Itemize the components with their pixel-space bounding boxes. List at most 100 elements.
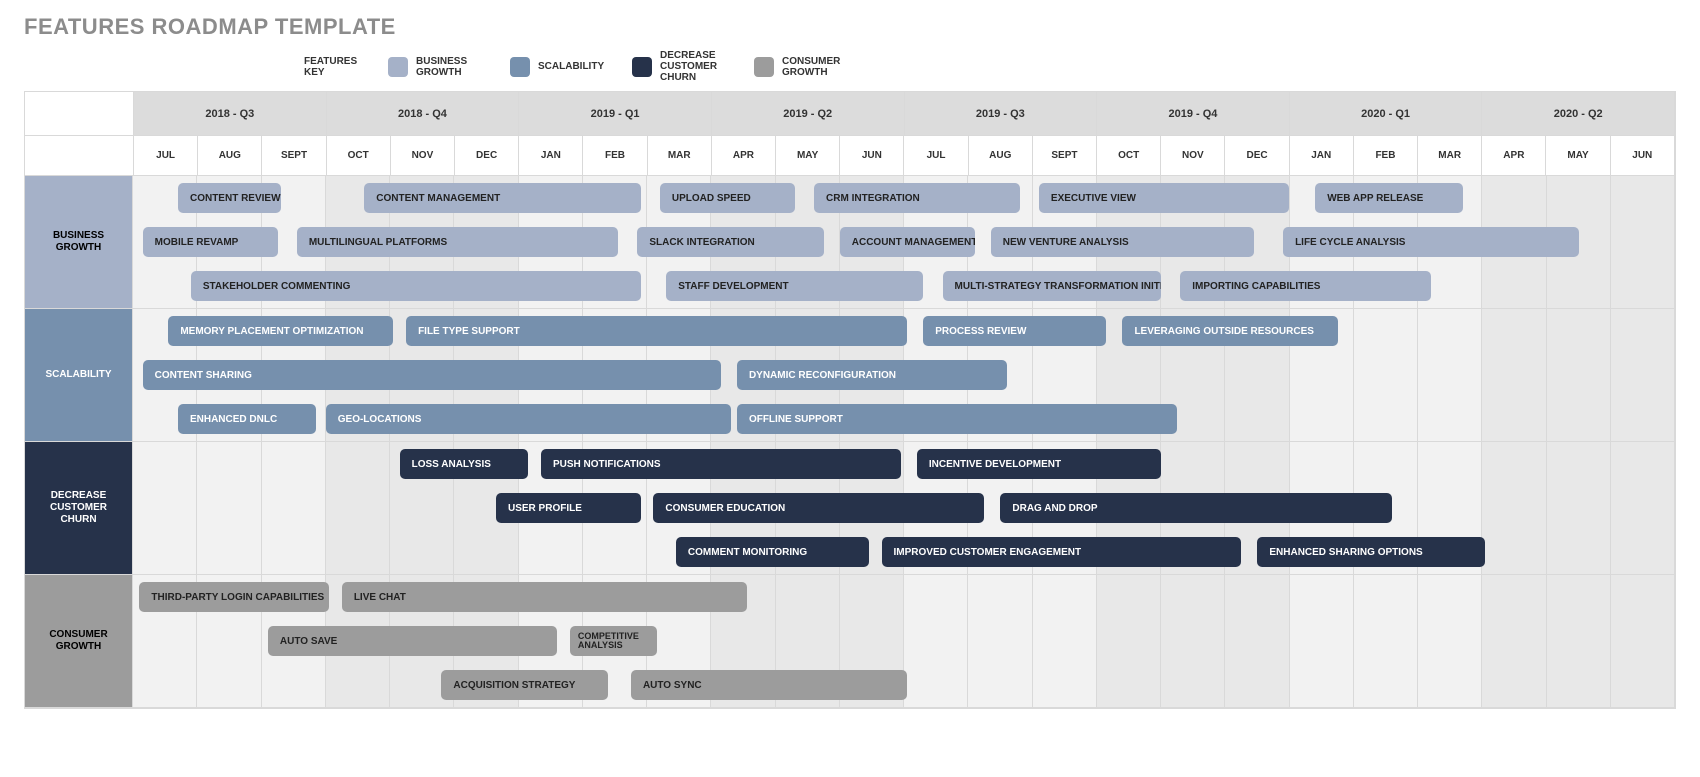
legend-item: CONSUMER GROWTH <box>754 50 852 83</box>
lane: CONTENT SHARING DYNAMIC RECONFIGURATION <box>133 353 1675 397</box>
group-label: DECREASE CUSTOMER CHURN <box>25 442 133 575</box>
feature-bar: THIRD-PARTY LOGIN CAPABILITIES <box>139 582 329 612</box>
legend-item: SCALABILITY <box>510 50 608 83</box>
feature-bar: WEB APP RELEASE <box>1315 183 1463 213</box>
lane: AUTO SAVE COMPETITIVE ANALYSIS <box>133 619 1675 663</box>
legend: FEATURES KEY BUSINESS GROWTH SCALABILITY D… <box>304 50 1676 83</box>
legend-item-label: SCALABILITY <box>538 61 608 72</box>
group-label: BUSINESS GROWTH <box>25 176 133 309</box>
roadmap-chart: 2018 - Q32018 - Q42019 - Q12019 - Q22019… <box>24 91 1676 709</box>
swimlane-group: BUSINESS GROWTH CONTENT REVIEW CONTENT MAN… <box>25 176 1675 309</box>
legend-swatch <box>754 57 774 77</box>
month-header: JAN <box>1290 136 1354 176</box>
feature-bar: SLACK INTEGRATION <box>637 227 823 257</box>
feature-bar: COMMENT MONITORING <box>676 537 869 567</box>
lane: STAKEHOLDER COMMENTING STAFF DEVELOPMENT M… <box>133 264 1675 308</box>
feature-bar: ENHANCED DNLC <box>178 404 316 434</box>
month-header: MAR <box>1418 136 1482 176</box>
lane: THIRD-PARTY LOGIN CAPABILITIESLIVE CHAT <box>133 575 1675 619</box>
feature-bar: COMPETITIVE ANALYSIS <box>570 626 657 656</box>
feature-bar: IMPROVED CUSTOMER ENGAGEMENT <box>882 537 1242 567</box>
month-header: APR <box>712 136 776 176</box>
feature-bar: OFFLINE SUPPORT <box>737 404 1177 434</box>
legend-item-label: BUSINESS GROWTH <box>416 56 486 78</box>
month-header: NOV <box>391 136 455 176</box>
lane: COMMENT MONITORING IMPROVED CUSTOMER ENGA… <box>133 530 1675 574</box>
month-header: JUL <box>904 136 968 176</box>
quarter-header: 2020 - Q2 <box>1482 92 1675 136</box>
feature-bar: UPLOAD SPEED <box>660 183 795 213</box>
quarter-header: 2019 - Q1 <box>519 92 712 136</box>
month-header: AUG <box>198 136 262 176</box>
feature-bar: STAKEHOLDER COMMENTING <box>191 271 641 301</box>
lane: ENHANCED DNLC GEO-LOCATIONSOFFLINE SUPPOR… <box>133 397 1675 441</box>
feature-bar: MEMORY PLACEMENT OPTIMIZATION <box>168 316 393 346</box>
feature-bar: STAFF DEVELOPMENT <box>666 271 923 301</box>
legend-swatch <box>632 57 652 77</box>
feature-bar: LOSS ANALYSIS <box>400 449 528 479</box>
month-header: SEPT <box>262 136 326 176</box>
quarter-header: 2019 - Q3 <box>905 92 1098 136</box>
legend-item: BUSINESS GROWTH <box>388 50 486 83</box>
feature-bar: NEW VENTURE ANALYSIS <box>991 227 1254 257</box>
feature-bar: CONTENT MANAGEMENT <box>364 183 640 213</box>
feature-bar: PROCESS REVIEW <box>923 316 1106 346</box>
feature-bar: AUTO SAVE <box>268 626 557 656</box>
feature-bar: AUTO SYNC <box>631 670 907 700</box>
month-header: JUN <box>1611 136 1675 176</box>
month-header: AUG <box>969 136 1033 176</box>
month-header: JUL <box>134 136 198 176</box>
feature-bar: GEO-LOCATIONS <box>326 404 731 434</box>
feature-bar: LEVERAGING OUTSIDE RESOURCES <box>1122 316 1337 346</box>
feature-bar: CONTENT REVIEW <box>178 183 281 213</box>
feature-bar: PUSH NOTIFICATIONS <box>541 449 901 479</box>
legend-swatch <box>388 57 408 77</box>
quarter-header: 2018 - Q4 <box>327 92 520 136</box>
month-header: MAR <box>648 136 712 176</box>
legend-item: DECREASE CUSTOMER CHURN <box>632 50 730 83</box>
quarter-header: 2018 - Q3 <box>134 92 327 136</box>
feature-bar: INCENTIVE DEVELOPMENT <box>917 449 1161 479</box>
group-label: SCALABILITY <box>25 309 133 442</box>
lane: LOSS ANALYSIS PUSH NOTIFICATIONS INCENTIVE… <box>133 442 1675 486</box>
month-header: DEC <box>455 136 519 176</box>
month-header: NOV <box>1161 136 1225 176</box>
group-label: CONSUMER GROWTH <box>25 575 133 708</box>
swimlane-group: CONSUMER GROWTHTHIRD-PARTY LOGIN CAPABIL… <box>25 575 1675 708</box>
month-header: OCT <box>1097 136 1161 176</box>
lane: CONTENT REVIEW CONTENT MANAGEMENT UPLOAD S… <box>133 176 1675 220</box>
lane: USER PROFILE CONSUMER EDUCATION DRAG AND D… <box>133 486 1675 530</box>
quarter-header: 2019 - Q2 <box>712 92 905 136</box>
feature-bar: ACCOUNT MANAGEMENT <box>840 227 975 257</box>
swimlane-group: DECREASE CUSTOMER CHURN LOSS ANALYSIS PUSH… <box>25 442 1675 575</box>
feature-bar: CONSUMER EDUCATION <box>653 493 984 523</box>
month-header: OCT <box>327 136 391 176</box>
feature-bar: CRM INTEGRATION <box>814 183 1020 213</box>
feature-bar: DYNAMIC RECONFIGURATION <box>737 360 1007 390</box>
feature-bar: FILE TYPE SUPPORT <box>406 316 907 346</box>
feature-bar: EXECUTIVE VIEW <box>1039 183 1290 213</box>
feature-bar: ENHANCED SHARING OPTIONS <box>1257 537 1485 567</box>
swimlane-group: SCALABILITYMEMORY PLACEMENT OPTIMIZATION… <box>25 309 1675 442</box>
month-header: MAY <box>1546 136 1610 176</box>
month-header: SEPT <box>1033 136 1097 176</box>
feature-bar: USER PROFILE <box>496 493 641 523</box>
month-header: MAY <box>776 136 840 176</box>
legend-item-label: CONSUMER GROWTH <box>782 56 852 78</box>
feature-bar: CONTENT SHARING <box>143 360 721 390</box>
page-title: FEATURES ROADMAP TEMPLATE <box>24 14 1676 40</box>
feature-bar: ACQUISITION STRATEGY <box>441 670 608 700</box>
feature-bar: DRAG AND DROP <box>1000 493 1392 523</box>
lane: MEMORY PLACEMENT OPTIMIZATION FILE TYPE S… <box>133 309 1675 353</box>
feature-bar: LIFE CYCLE ANALYSIS <box>1283 227 1579 257</box>
month-header: JUN <box>840 136 904 176</box>
legend-swatch <box>510 57 530 77</box>
feature-bar: IMPORTING CAPABILITIES <box>1180 271 1431 301</box>
month-header: DEC <box>1225 136 1289 176</box>
quarter-header: 2020 - Q1 <box>1290 92 1483 136</box>
lane: ACQUISITION STRATEGY AUTO SYNC <box>133 663 1675 707</box>
legend-heading: FEATURES KEY <box>304 56 364 78</box>
legend-item-label: DECREASE CUSTOMER CHURN <box>660 50 730 83</box>
month-header: FEB <box>1354 136 1418 176</box>
feature-bar: MULTI-STRATEGY TRANSFORMATION INITIATIVE… <box>943 271 1161 301</box>
